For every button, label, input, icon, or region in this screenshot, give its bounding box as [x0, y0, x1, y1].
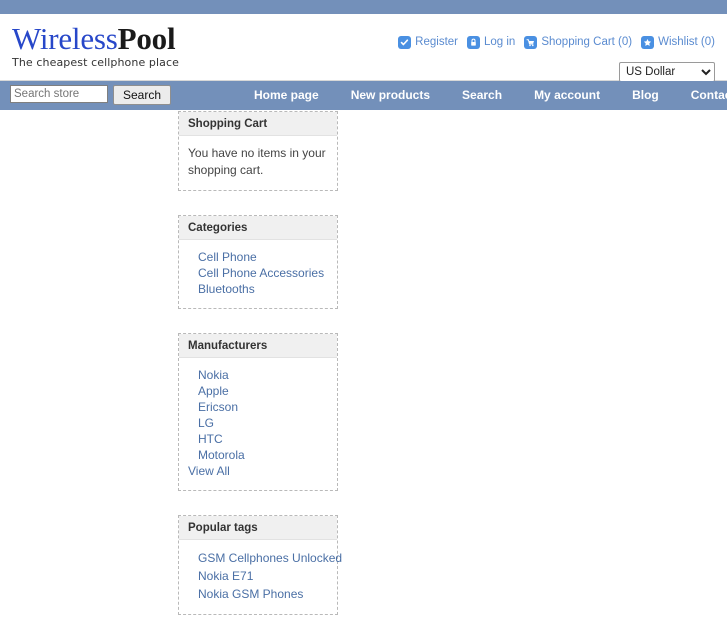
sidebar-block-manufacturers: Manufacturers Nokia Apple Ericson LG HTC… — [178, 333, 338, 491]
header-link-shopping-cart[interactable]: Shopping Cart (0) — [524, 36, 632, 49]
sidebar-block-shopping-cart: Shopping Cart You have no items in your … — [178, 111, 338, 191]
category-link-cell-phone-accessories[interactable]: Cell Phone Accessories — [198, 266, 324, 280]
manufacturer-link-nokia[interactable]: Nokia — [198, 368, 229, 382]
search-button[interactable]: Search — [113, 85, 172, 105]
manufacturer-link-lg[interactable]: LG — [198, 416, 214, 430]
top-accent-bar — [0, 0, 727, 14]
manufacturer-list: Nokia Apple Ericson LG HTC Motorola View… — [188, 367, 328, 479]
lock-icon — [467, 36, 480, 49]
site-header: WirelessPool The cheapest cellphone plac… — [0, 14, 727, 82]
list-item: LG — [188, 415, 328, 431]
logo-text-primary: Wireless — [12, 21, 118, 56]
category-list: Cell Phone Cell Phone Accessories Blueto… — [188, 249, 328, 297]
block-body: Cell Phone Cell Phone Accessories Blueto… — [179, 240, 337, 308]
header-link-label: Shopping Cart (0) — [541, 36, 633, 48]
header-links: Register Log in Shopping Cart (0) Wishli… — [398, 36, 715, 49]
manufacturer-link-ericson[interactable]: Ericson — [198, 400, 238, 414]
nav-item-my-account[interactable]: My account — [518, 81, 616, 110]
list-item: Bluetooths — [188, 281, 328, 297]
list-item: Cell Phone Accessories — [188, 265, 328, 281]
cart-icon — [524, 36, 538, 49]
search-input[interactable] — [10, 85, 108, 103]
tag-nokia-gsm-phones[interactable]: Nokia GSM Phones — [198, 587, 303, 601]
currency-selector[interactable]: US Dollar — [619, 62, 715, 82]
cart-empty-message: You have no items in your shopping cart. — [188, 146, 326, 177]
logo-text: WirelessPool — [12, 22, 179, 55]
header-link-wishlist[interactable]: Wishlist (0) — [641, 36, 715, 49]
list-item: Cell Phone — [188, 249, 328, 265]
block-title: Shopping Cart — [179, 112, 337, 136]
manufacturers-view-all-link[interactable]: View All — [188, 464, 230, 478]
category-link-bluetooths[interactable]: Bluetooths — [198, 282, 255, 296]
manufacturer-link-apple[interactable]: Apple — [198, 384, 229, 398]
star-icon — [641, 36, 655, 49]
list-item: Motorola — [188, 447, 328, 463]
nav-item-contact-us[interactable]: Contact Us — [675, 81, 727, 110]
nav-links: Home page New products Search My account… — [238, 81, 727, 110]
nav-item-search[interactable]: Search — [446, 81, 518, 110]
sidebar-block-categories: Categories Cell Phone Cell Phone Accesso… — [178, 215, 338, 309]
block-title: Popular tags — [179, 516, 337, 540]
search-box: Search — [10, 85, 172, 105]
manufacturer-link-motorola[interactable]: Motorola — [198, 448, 245, 462]
nav-item-new-products[interactable]: New products — [335, 81, 446, 110]
sidebar-block-popular-tags: Popular tags GSM Cellphones Unlocked Nok… — [178, 515, 342, 615]
nav-item-home-page[interactable]: Home page — [238, 81, 335, 110]
logo-text-secondary: Pool — [117, 21, 176, 56]
list-item: Nokia — [188, 367, 328, 383]
list-item: View All — [188, 463, 328, 479]
header-link-label: Wishlist (0) — [658, 36, 715, 48]
tag-gsm-cellphones-unlocked[interactable]: GSM Cellphones Unlocked — [198, 551, 342, 565]
nav-item-blog[interactable]: Blog — [616, 81, 675, 110]
currency-selector-wrap: US Dollar — [619, 62, 715, 82]
list-item: Ericson — [188, 399, 328, 415]
tag-nokia-e71[interactable]: Nokia E71 — [198, 569, 253, 583]
navigation-bar: Search Home page New products Search My … — [0, 81, 727, 111]
header-link-label: Register — [415, 36, 458, 48]
manufacturer-link-htc[interactable]: HTC — [198, 432, 223, 446]
block-body: You have no items in your shopping cart. — [179, 136, 337, 190]
list-item: HTC — [188, 431, 328, 447]
header-link-register[interactable]: Register — [398, 36, 458, 49]
block-title: Manufacturers — [179, 334, 337, 358]
main-content: Shopping Cart You have no items in your … — [0, 111, 727, 615]
list-item: Apple — [188, 383, 328, 399]
sidebar: Shopping Cart You have no items in your … — [178, 111, 342, 639]
site-logo[interactable]: WirelessPool The cheapest cellphone plac… — [12, 22, 179, 69]
block-title: Categories — [179, 216, 337, 240]
header-link-login[interactable]: Log in — [467, 36, 515, 49]
logo-tagline: The cheapest cellphone place — [12, 56, 180, 69]
block-body: GSM Cellphones Unlocked Nokia E71 Nokia … — [179, 540, 342, 614]
header-link-label: Log in — [484, 36, 516, 48]
category-link-cell-phone[interactable]: Cell Phone — [198, 250, 257, 264]
block-body: Nokia Apple Ericson LG HTC Motorola View… — [179, 358, 337, 490]
tag-cloud: GSM Cellphones Unlocked Nokia E71 Nokia … — [188, 549, 342, 603]
check-icon — [398, 36, 412, 49]
